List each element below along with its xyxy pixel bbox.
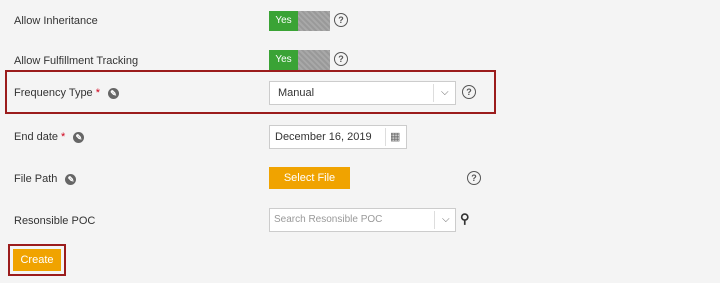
frequency-value: Manual: [278, 87, 315, 99]
create-button[interactable]: Create: [13, 249, 61, 271]
toggle-off: [298, 50, 330, 70]
file-path-row: File Path ✎ Select File ?: [0, 166, 720, 192]
calendar-icon[interactable]: ▦: [390, 126, 400, 148]
info-icon: ✎: [65, 173, 77, 185]
chevron-down-icon: ⌵: [441, 87, 449, 98]
frequency-label-text: Frequency Type: [14, 87, 93, 99]
chevron-down-icon: ⌵: [442, 214, 450, 225]
frequency-select[interactable]: Manual ⌵: [269, 81, 456, 105]
frequency-row: Frequency Type * ✎ Manual ⌵ ?: [0, 80, 720, 106]
end-date-label-text: End date: [14, 131, 59, 143]
end-date-input[interactable]: December 16, 2019 ▦: [269, 125, 407, 149]
fulfillment-toggle[interactable]: Yes: [269, 50, 330, 70]
fulfillment-row: Allow Fulfillment Tracking Yes ?: [0, 49, 720, 71]
info-icon: ✎: [107, 87, 119, 99]
input-divider: [385, 128, 386, 146]
file-path-label-text: File Path: [14, 173, 58, 185]
inheritance-row: Allow Inheritance Yes ?: [0, 10, 720, 32]
help-icon[interactable]: ?: [334, 13, 348, 27]
inheritance-toggle[interactable]: Yes: [269, 11, 330, 31]
toggle-off: [298, 11, 330, 31]
frequency-label: Frequency Type * ✎: [14, 87, 119, 99]
help-icon[interactable]: ?: [462, 85, 476, 99]
end-date-value: December 16, 2019: [275, 131, 372, 143]
end-date-row: End date * ✎ December 16, 2019 ▦: [0, 124, 720, 150]
end-date-label: End date * ✎: [14, 131, 85, 143]
poc-placeholder: Search Resonsible POC: [274, 214, 383, 225]
search-icon[interactable]: ⚲: [460, 211, 470, 227]
fulfillment-label: Allow Fulfillment Tracking: [14, 55, 139, 67]
poc-search-select[interactable]: Search Resonsible POC ⌵: [269, 208, 456, 232]
required-marker: *: [95, 87, 100, 99]
help-icon[interactable]: ?: [334, 52, 348, 66]
poc-label: Resonsible POC: [14, 215, 96, 227]
select-divider: [433, 84, 434, 102]
select-file-button[interactable]: Select File: [269, 167, 350, 189]
toggle-yes: Yes: [269, 50, 298, 70]
file-path-label: File Path ✎: [14, 173, 77, 185]
required-marker: *: [61, 131, 66, 143]
select-divider: [434, 211, 435, 229]
info-icon: ✎: [73, 131, 85, 143]
inheritance-label: Allow Inheritance: [14, 15, 98, 27]
toggle-yes: Yes: [269, 11, 298, 31]
help-icon[interactable]: ?: [467, 171, 481, 185]
poc-row: Resonsible POC Search Resonsible POC ⌵ ⚲: [0, 208, 720, 234]
